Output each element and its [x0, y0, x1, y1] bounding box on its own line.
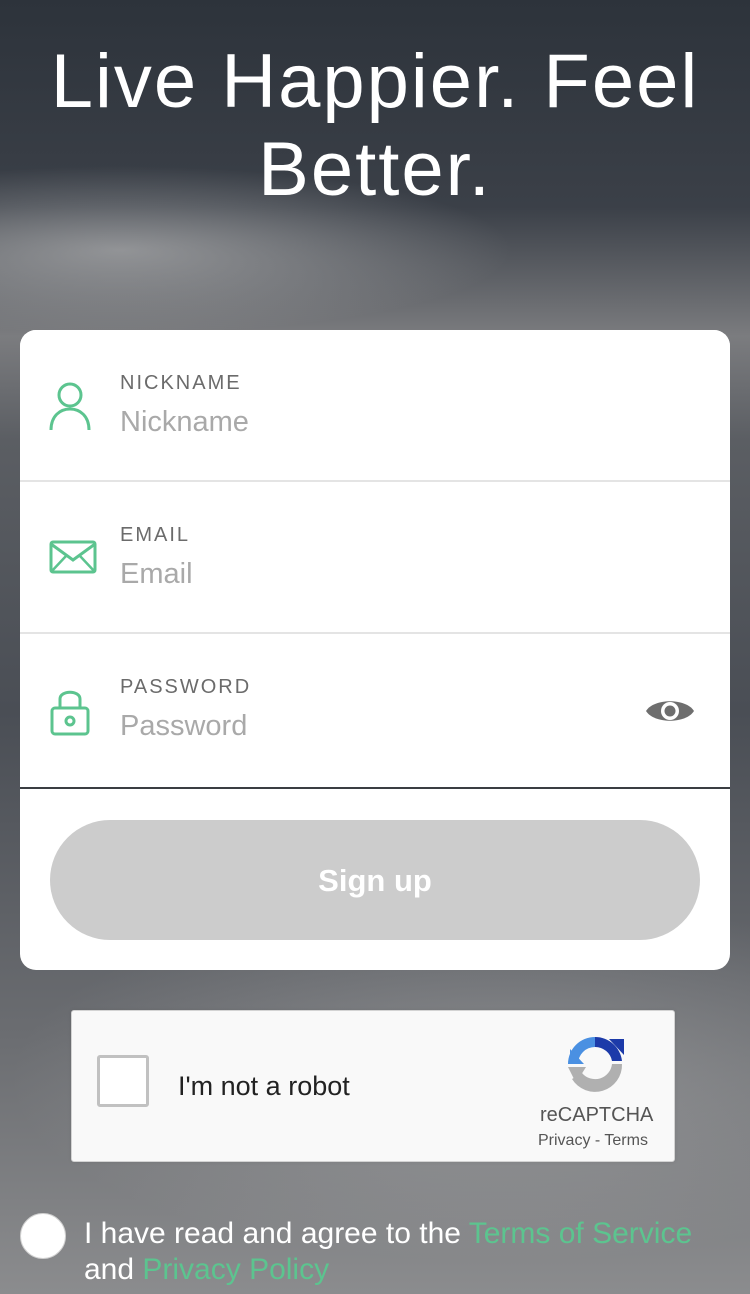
email-label: EMAIL: [120, 524, 191, 546]
nickname-input[interactable]: [120, 402, 620, 442]
user-icon: [49, 382, 91, 431]
privacy-policy-link[interactable]: Privacy Policy: [142, 1253, 329, 1286]
email-input[interactable]: [120, 554, 620, 594]
nickname-label: NICKNAME: [120, 372, 242, 394]
agreement-middle: and: [84, 1253, 143, 1286]
recaptcha-widget: I'm not a robot reCAPTCHA Privacy - Term…: [71, 1010, 675, 1162]
eye-icon[interactable]: [644, 694, 696, 728]
divider: [20, 787, 730, 789]
recaptcha-links: Privacy - Terms: [538, 1132, 648, 1150]
recaptcha-label: I'm not a robot: [178, 1071, 350, 1101]
recaptcha-privacy-link[interactable]: Privacy: [538, 1132, 590, 1149]
lock-icon: [50, 690, 90, 736]
agree-radio-button[interactable]: [20, 1213, 66, 1259]
hero-line-2: Better.: [258, 127, 492, 212]
recaptcha-brand: reCAPTCHA: [540, 1104, 654, 1126]
hero-line-1: Live Happier. Feel: [50, 39, 700, 124]
password-label: PASSWORD: [120, 676, 252, 698]
signup-form-card: NICKNAME EMAIL PASSWORD Sign up: [20, 330, 730, 970]
signup-button[interactable]: Sign up: [50, 820, 700, 940]
terms-of-service-link[interactable]: Terms of Service: [469, 1217, 692, 1250]
password-input[interactable]: [120, 706, 620, 746]
nickname-field: NICKNAME: [20, 330, 730, 480]
recaptcha-link-separator: -: [594, 1132, 601, 1149]
envelope-icon: [49, 540, 97, 574]
recaptcha-terms-link[interactable]: Terms: [604, 1132, 648, 1149]
password-field: PASSWORD: [20, 634, 730, 784]
agreement-prefix: I have read and agree to the: [84, 1217, 469, 1250]
email-field: EMAIL: [20, 482, 730, 632]
recaptcha-checkbox[interactable]: [97, 1055, 149, 1107]
agreement-text: I have read and agree to the Terms of Se…: [84, 1216, 724, 1288]
recaptcha-logo-icon: [568, 1036, 624, 1092]
hero-heading: Live Happier. Feel Better.: [0, 38, 750, 214]
